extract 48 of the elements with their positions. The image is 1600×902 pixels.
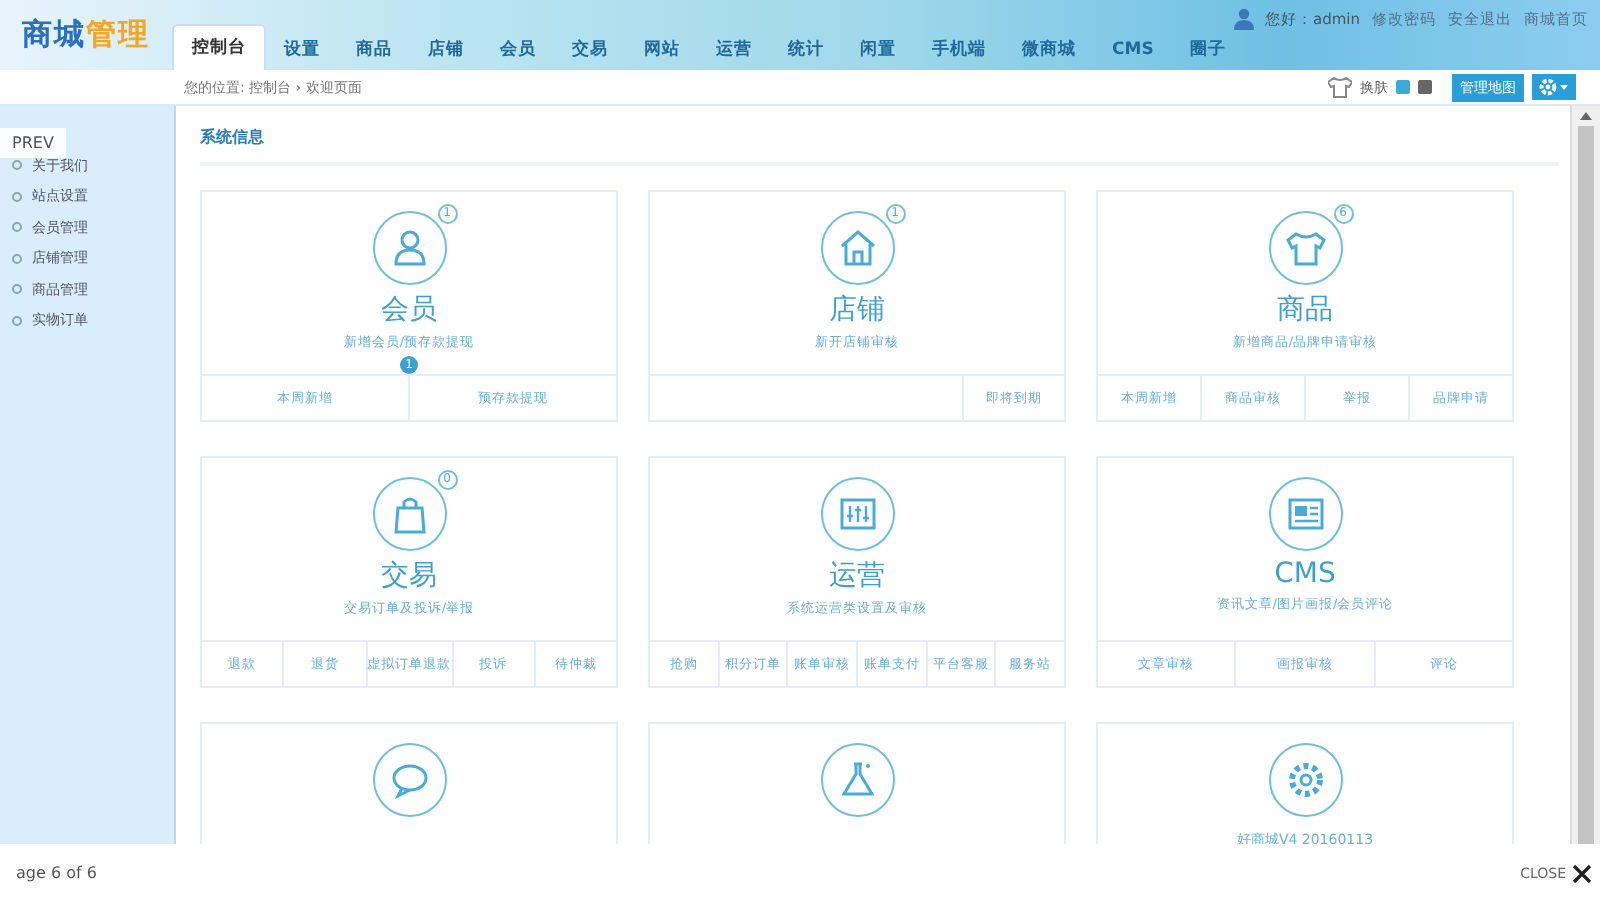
flask-icon [819, 742, 895, 818]
scrollbar-thumb[interactable] [1578, 126, 1594, 846]
close-icon [1572, 863, 1592, 883]
settings-dropdown-button[interactable] [1532, 74, 1576, 100]
nav-tab[interactable]: 控制台 [172, 24, 266, 70]
shirt-icon [1267, 210, 1343, 286]
bullet-icon [12, 284, 22, 295]
card-title: 交易 [381, 558, 437, 594]
bullet-icon [12, 222, 22, 233]
card-title: CMS [1274, 558, 1336, 590]
nav-tab[interactable]: CMS [1094, 30, 1172, 70]
section-title: 系统信息 [200, 126, 1558, 166]
page-counter: age 6 of 6 [16, 864, 97, 882]
nav-tab[interactable]: 圈子 [1171, 30, 1244, 70]
nav-tab[interactable]: 闲置 [842, 30, 914, 70]
person-icon [371, 210, 447, 286]
card-title: 店铺 [829, 292, 885, 328]
speech-bubble-icon [371, 742, 447, 818]
card-title: 会员 [381, 292, 437, 328]
card-title: 商品 [1277, 292, 1333, 328]
bullet-icon [12, 160, 22, 171]
nav-tab[interactable]: 商品 [338, 30, 410, 70]
nav-tab[interactable]: 店铺 [410, 30, 482, 70]
skin-swatch[interactable] [1418, 80, 1432, 94]
prev-button[interactable]: PREV [0, 128, 66, 158]
bullet-icon [12, 191, 22, 202]
card-title: 运营 [829, 558, 885, 594]
nav-tab[interactable]: 运营 [698, 30, 770, 70]
nav-tab[interactable]: 交易 [554, 30, 626, 70]
nav-tab[interactable]: 统计 [770, 30, 842, 70]
logo: 商城管理 [20, 14, 152, 56]
bullet-icon [12, 315, 22, 326]
nav-tab[interactable]: 微商城 [1004, 30, 1094, 70]
bag-icon [371, 476, 447, 552]
nav-tab[interactable]: 手机端 [914, 30, 1004, 70]
document-icon [1267, 476, 1343, 552]
bullet-icon [12, 253, 22, 264]
skin-swatch[interactable] [1396, 80, 1410, 94]
scroll-up-icon [1580, 112, 1592, 120]
shirt-icon [1328, 76, 1352, 98]
nav-tab[interactable]: 会员 [482, 30, 554, 70]
user-icon [1233, 8, 1253, 30]
gear-caret-icon [1538, 78, 1570, 96]
gear-icon [1267, 742, 1343, 818]
nav-tab[interactable]: 网站 [626, 30, 698, 70]
house-icon [819, 210, 895, 286]
sliders-icon [819, 476, 895, 552]
nav-tab[interactable]: 设置 [266, 30, 338, 70]
